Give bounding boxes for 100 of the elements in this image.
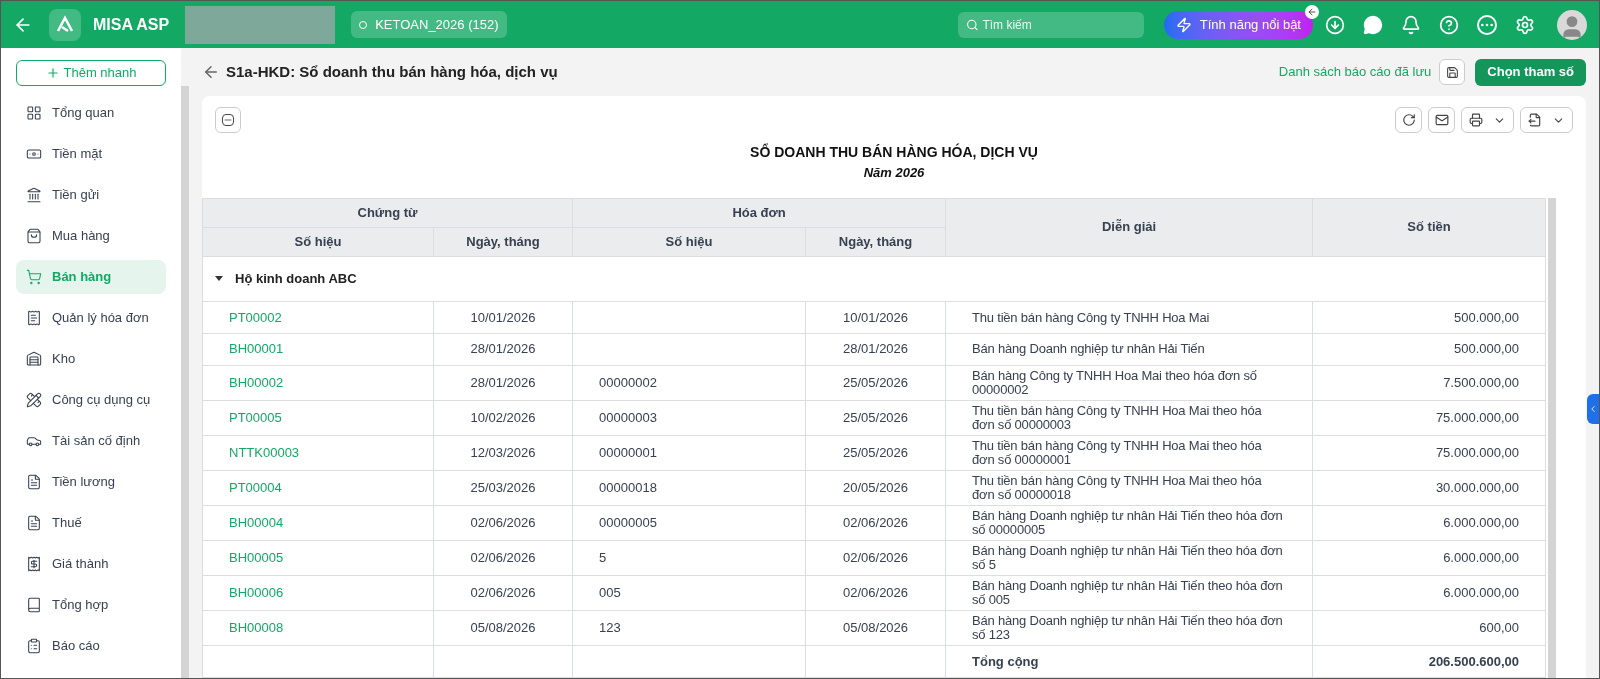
table-cell: Thu tiền bán hàng Công ty TNHH Hoa Mai theo hóa đơn số 00000003 (945, 400, 1313, 436)
voucher-link[interactable]: NTTK00003 (229, 444, 300, 460)
table-cell: Thu tiền bán hàng Công ty TNHH Hoa Mai theo hóa đơn số 00000018 (945, 470, 1313, 506)
voucher-link[interactable]: BH00004 (229, 514, 284, 530)
settings-icon[interactable] (1515, 14, 1535, 35)
table-cell: 05/08/2026 (805, 610, 946, 646)
collapse-button[interactable] (215, 107, 241, 133)
more-icon[interactable] (1477, 14, 1497, 35)
sidebar-item[interactable]: Tiền gửi (16, 178, 166, 212)
table-cell: 600,00 (1312, 610, 1546, 646)
sidebar-item[interactable]: Kho (16, 342, 166, 376)
table-cell: Bán hàng Doanh nghiệp tư nhân Hải Tiến theo hóa đơn số 5 (945, 540, 1313, 576)
table-cell: 02/06/2026 (433, 575, 573, 611)
back-icon[interactable] (202, 63, 220, 81)
choose-params-button[interactable]: Chọn tham số (1475, 58, 1586, 86)
page-title: S1a-HKD: Sổ doanh thu bán hàng hóa, dịch vụ (226, 61, 558, 82)
chat-icon[interactable] (1363, 14, 1383, 35)
table-cell: 12/03/2026 (433, 435, 573, 471)
voucher-link[interactable]: PT00002 (229, 309, 282, 325)
panel-toggle-icon[interactable] (1587, 394, 1599, 424)
quick-add-button[interactable]: Thêm nhanh (16, 60, 166, 86)
refresh-icon (1401, 113, 1416, 127)
table-scrollbar[interactable] (1548, 197, 1557, 678)
sidebar-item[interactable]: Tiền lương (16, 465, 166, 499)
table-cell: 00000002 (572, 365, 806, 401)
table-cell: Bán hàng Công ty TNHH Hoa Mai theo hóa đơn số 00000002 (945, 365, 1313, 401)
sidebar-scrollbar[interactable] (181, 86, 189, 678)
sidebar-item[interactable]: Tài sản cố định (16, 424, 166, 458)
sidebar-item[interactable]: Báo cáo (16, 629, 166, 663)
table-cell: 00000001 (572, 435, 806, 471)
receipt-icon (26, 310, 42, 326)
lightning-icon (1175, 16, 1192, 33)
table-cell: 10/01/2026 (805, 301, 946, 334)
table-cell: 6.000.000,00 (1312, 575, 1546, 611)
export-button[interactable] (1520, 107, 1573, 133)
voucher-link[interactable]: BH00002 (229, 374, 284, 390)
table-cell: 02/06/2026 (433, 505, 573, 541)
sidebar-item[interactable]: Tiền mặt (16, 137, 166, 171)
featured-button[interactable]: Tính năng nổi bật (1163, 10, 1313, 39)
sidebar-item[interactable]: Công cụ dụng cụ (16, 383, 166, 417)
mail-icon (1434, 113, 1449, 127)
table-cell: 005 (572, 575, 806, 611)
sidebar-item[interactable]: Giá thành (16, 547, 166, 581)
voucher-link[interactable]: PT00005 (229, 409, 282, 425)
pencil-ruler-icon (26, 392, 42, 408)
column-header: Chứng từ (202, 198, 573, 227)
column-header: Số tiền (1312, 198, 1546, 256)
group-label: Hộ kinh doanh ABC (235, 270, 357, 289)
chevron-left-icon (1588, 404, 1598, 414)
print-button[interactable] (1461, 107, 1514, 133)
saved-reports-link[interactable]: Danh sách báo cáo đã lưu (1278, 62, 1432, 82)
table-cell: 28/01/2026 (433, 365, 573, 401)
voucher-link[interactable]: BH00005 (229, 550, 284, 565)
banknote-icon (26, 146, 42, 162)
export-icon (1528, 113, 1542, 127)
table-cell: 500.000,00 (1312, 301, 1546, 334)
table-cell: Bán hàng Doanh nghiệp tư nhân Hải Tiến theo hóa đơn số 005 (945, 575, 1313, 611)
refresh-button[interactable] (1395, 107, 1422, 133)
help-icon[interactable] (1439, 14, 1459, 35)
table-cell: 02/06/2026 (805, 575, 946, 611)
column-header: Số hiệu (202, 227, 434, 256)
sidebar-item[interactable]: Quản lý hóa đơn (16, 301, 166, 335)
bell-icon[interactable] (1401, 14, 1421, 35)
table-cell: 7.500.000,00 (1312, 365, 1546, 401)
download-icon[interactable] (1325, 14, 1345, 35)
receipt-icon (26, 556, 42, 572)
sidebar-item[interactable]: Mua hàng (16, 219, 166, 253)
table-cell: 25/03/2026 (433, 470, 573, 506)
table-cell: 25/05/2026 (805, 435, 946, 471)
voucher-link[interactable]: BH00008 (229, 620, 284, 636)
document-icon (26, 474, 42, 490)
report-title: SỔ DOANH THU BÁN HÀNG HÓA, DỊCH VỤ (750, 142, 1038, 162)
sidebar-item[interactable]: Tổng quan (16, 96, 166, 130)
sidebar-item[interactable]: Bán hàng (16, 260, 166, 294)
column-header: Hóa đơn (572, 198, 946, 227)
table-cell: 75.000.000,00 (1312, 435, 1546, 471)
voucher-link[interactable]: PT00004 (229, 479, 282, 495)
app-name: MISA ASP (93, 14, 170, 35)
database-button[interactable]: KETOAN_2026 (152) (351, 11, 507, 38)
sidebar-item[interactable]: Tổng hợp (16, 588, 166, 622)
search-field[interactable]: Tìm kiếm (957, 11, 1144, 38)
save-button[interactable] (1439, 59, 1466, 85)
voucher-link[interactable]: BH00006 (229, 585, 284, 601)
sidebar-item[interactable]: Thuế (16, 506, 166, 540)
arrow-left-badge-icon[interactable] (1305, 4, 1319, 19)
email-button[interactable] (1428, 107, 1455, 133)
column-header: Ngày, tháng (433, 227, 573, 256)
voucher-link[interactable]: BH00001 (229, 341, 284, 357)
avatar-icon[interactable] (1557, 9, 1587, 40)
search-icon (965, 17, 979, 32)
search-input[interactable]: Tìm kiếm (982, 15, 1136, 34)
table-cell: Thu tiền bán hàng Công ty TNHH Hoa Mai (945, 301, 1313, 334)
arrow-left-icon (1307, 6, 1317, 17)
caret-icon[interactable] (215, 276, 223, 282)
table-cell: 6.000.000,00 (1312, 505, 1546, 541)
report-subtitle: Năm 2026 (863, 164, 925, 182)
document-icon (26, 515, 42, 531)
save-icon (1445, 65, 1459, 79)
logo-icon (49, 8, 81, 41)
table-cell: 5 (572, 540, 806, 576)
